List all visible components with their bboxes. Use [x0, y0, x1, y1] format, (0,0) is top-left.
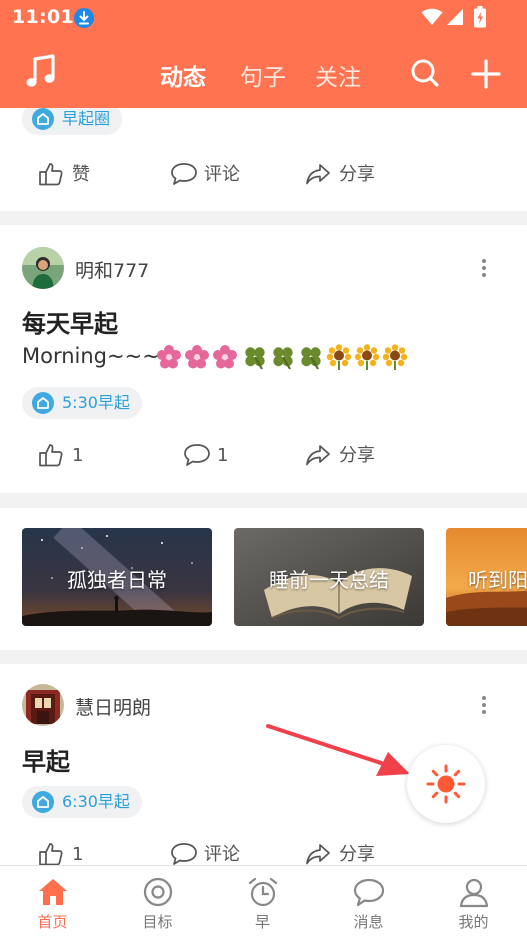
topic-card[interactable]: 听到阳: [446, 528, 527, 626]
music-button[interactable]: [24, 54, 58, 90]
music-note-icon: [26, 54, 55, 87]
share-button[interactable]: 分享: [305, 160, 385, 190]
topic-carousel[interactable]: 孤独者日常 睡前一天总结 听到阳: [0, 508, 527, 650]
clover-emoji-icon: [245, 347, 265, 370]
avatar[interactable]: [22, 247, 64, 289]
like-button[interactable]: 赞: [38, 160, 108, 190]
like-count: 1: [72, 445, 84, 466]
post-body: Morning~~~: [22, 344, 160, 368]
nav-target[interactable]: 目标: [105, 866, 210, 936]
sunflower-emoji-icon: [326, 344, 352, 370]
message-icon: [353, 878, 385, 907]
author-name[interactable]: 明和777: [75, 256, 149, 283]
status-time: 11:01: [12, 6, 74, 28]
post-card-partial: 早起圈 赞 评论 分享: [0, 108, 527, 211]
nav-label: 目标: [142, 913, 173, 931]
post-title: 每天早起: [22, 310, 118, 338]
nav-label: 首页: [37, 913, 68, 931]
share-icon: [306, 844, 330, 865]
post-tag[interactable]: 6:30早起: [22, 786, 142, 818]
blossom-emoji-icon: [157, 345, 181, 369]
blossom-emoji-icon: [213, 345, 237, 369]
download-icon: [74, 8, 94, 28]
add-button[interactable]: [470, 58, 502, 90]
avatar[interactable]: [22, 684, 64, 726]
author-name[interactable]: 慧日明朗: [75, 693, 151, 720]
profile-icon: [459, 878, 489, 908]
tab-dynamics[interactable]: 动态: [160, 58, 206, 92]
topic-label: 孤独者日常: [67, 568, 167, 592]
sun-icon: [426, 764, 466, 804]
thumbs-up-icon: [39, 163, 63, 186]
tag-icon: [32, 108, 54, 130]
comment-label: 评论: [204, 844, 240, 865]
plus-icon: [471, 59, 501, 89]
nav-label: 我的: [458, 913, 489, 931]
post-card: 明和777 每天早起 Morning~~~ 5:30早起 1 1 分享: [0, 225, 527, 493]
like-label: 赞: [72, 164, 90, 185]
comment-count: 1: [217, 445, 229, 466]
post-tag-label: 6:30早起: [62, 792, 130, 811]
home-icon: [39, 879, 67, 905]
battery-icon: [474, 6, 486, 28]
thumbs-up-icon: [39, 444, 63, 467]
clover-emoji-icon: [273, 347, 293, 370]
like-count: 1: [72, 844, 84, 865]
tab-following[interactable]: 关注: [315, 58, 361, 92]
share-label: 分享: [339, 844, 375, 865]
comment-button[interactable]: 评论: [170, 160, 250, 190]
topic-label: 听到阳: [468, 568, 527, 592]
topic-card[interactable]: 孤独者日常: [22, 528, 212, 626]
post-title: 早起: [22, 748, 70, 776]
target-icon: [143, 877, 173, 907]
topic-label: 睡前一天总结: [269, 568, 389, 592]
alarm-clock-icon: [248, 877, 278, 907]
blossom-emoji-icon: [185, 345, 209, 369]
post-tag-label: 5:30早起: [62, 393, 130, 412]
share-label: 分享: [339, 164, 375, 185]
nav-label: 早: [254, 913, 270, 931]
wifi-icon: [421, 8, 443, 25]
search-button[interactable]: [410, 58, 440, 88]
more-options-button[interactable]: [474, 256, 494, 280]
comment-icon: [171, 843, 197, 865]
clover-emoji-icon: [301, 347, 321, 370]
like-button[interactable]: 1: [38, 840, 98, 865]
sunflower-emoji-icon: [354, 344, 380, 370]
cellular-signal-icon: [447, 9, 463, 25]
search-icon: [411, 59, 439, 87]
comment-icon: [184, 444, 210, 466]
comment-label: 评论: [204, 164, 240, 185]
app-bar: 动态 句子 关注: [0, 36, 527, 108]
post-tag[interactable]: 5:30早起: [22, 387, 142, 419]
comment-icon: [171, 163, 197, 185]
share-button[interactable]: 分享: [305, 840, 385, 865]
tag-icon: [32, 392, 54, 414]
comment-button[interactable]: 1: [183, 441, 243, 471]
check-in-fab[interactable]: [407, 745, 485, 823]
tab-sentences[interactable]: 句子: [240, 58, 286, 92]
post-tag-label: 早起圈: [62, 109, 111, 128]
topic-card[interactable]: 睡前一天总结: [234, 528, 424, 626]
nav-label: 消息: [353, 913, 384, 931]
sunflower-emoji-icon: [382, 344, 408, 370]
thumbs-up-icon: [39, 843, 63, 865]
like-button[interactable]: 1: [38, 441, 98, 471]
share-icon: [306, 164, 330, 185]
share-icon: [306, 445, 330, 466]
nav-profile[interactable]: 我的: [421, 866, 526, 936]
comment-button[interactable]: 评论: [170, 840, 250, 865]
nav-messages[interactable]: 消息: [316, 866, 421, 936]
more-options-button[interactable]: [474, 693, 494, 717]
bottom-nav: 首页 目标 早 消息 我的: [0, 865, 527, 936]
tag-icon: [32, 791, 54, 813]
share-button[interactable]: 分享: [305, 441, 385, 471]
post-tag[interactable]: 早起圈: [22, 108, 123, 135]
nav-home[interactable]: 首页: [0, 866, 105, 936]
share-label: 分享: [339, 445, 375, 466]
nav-morning[interactable]: 早: [210, 866, 315, 936]
status-bar: 11:01: [0, 0, 527, 36]
